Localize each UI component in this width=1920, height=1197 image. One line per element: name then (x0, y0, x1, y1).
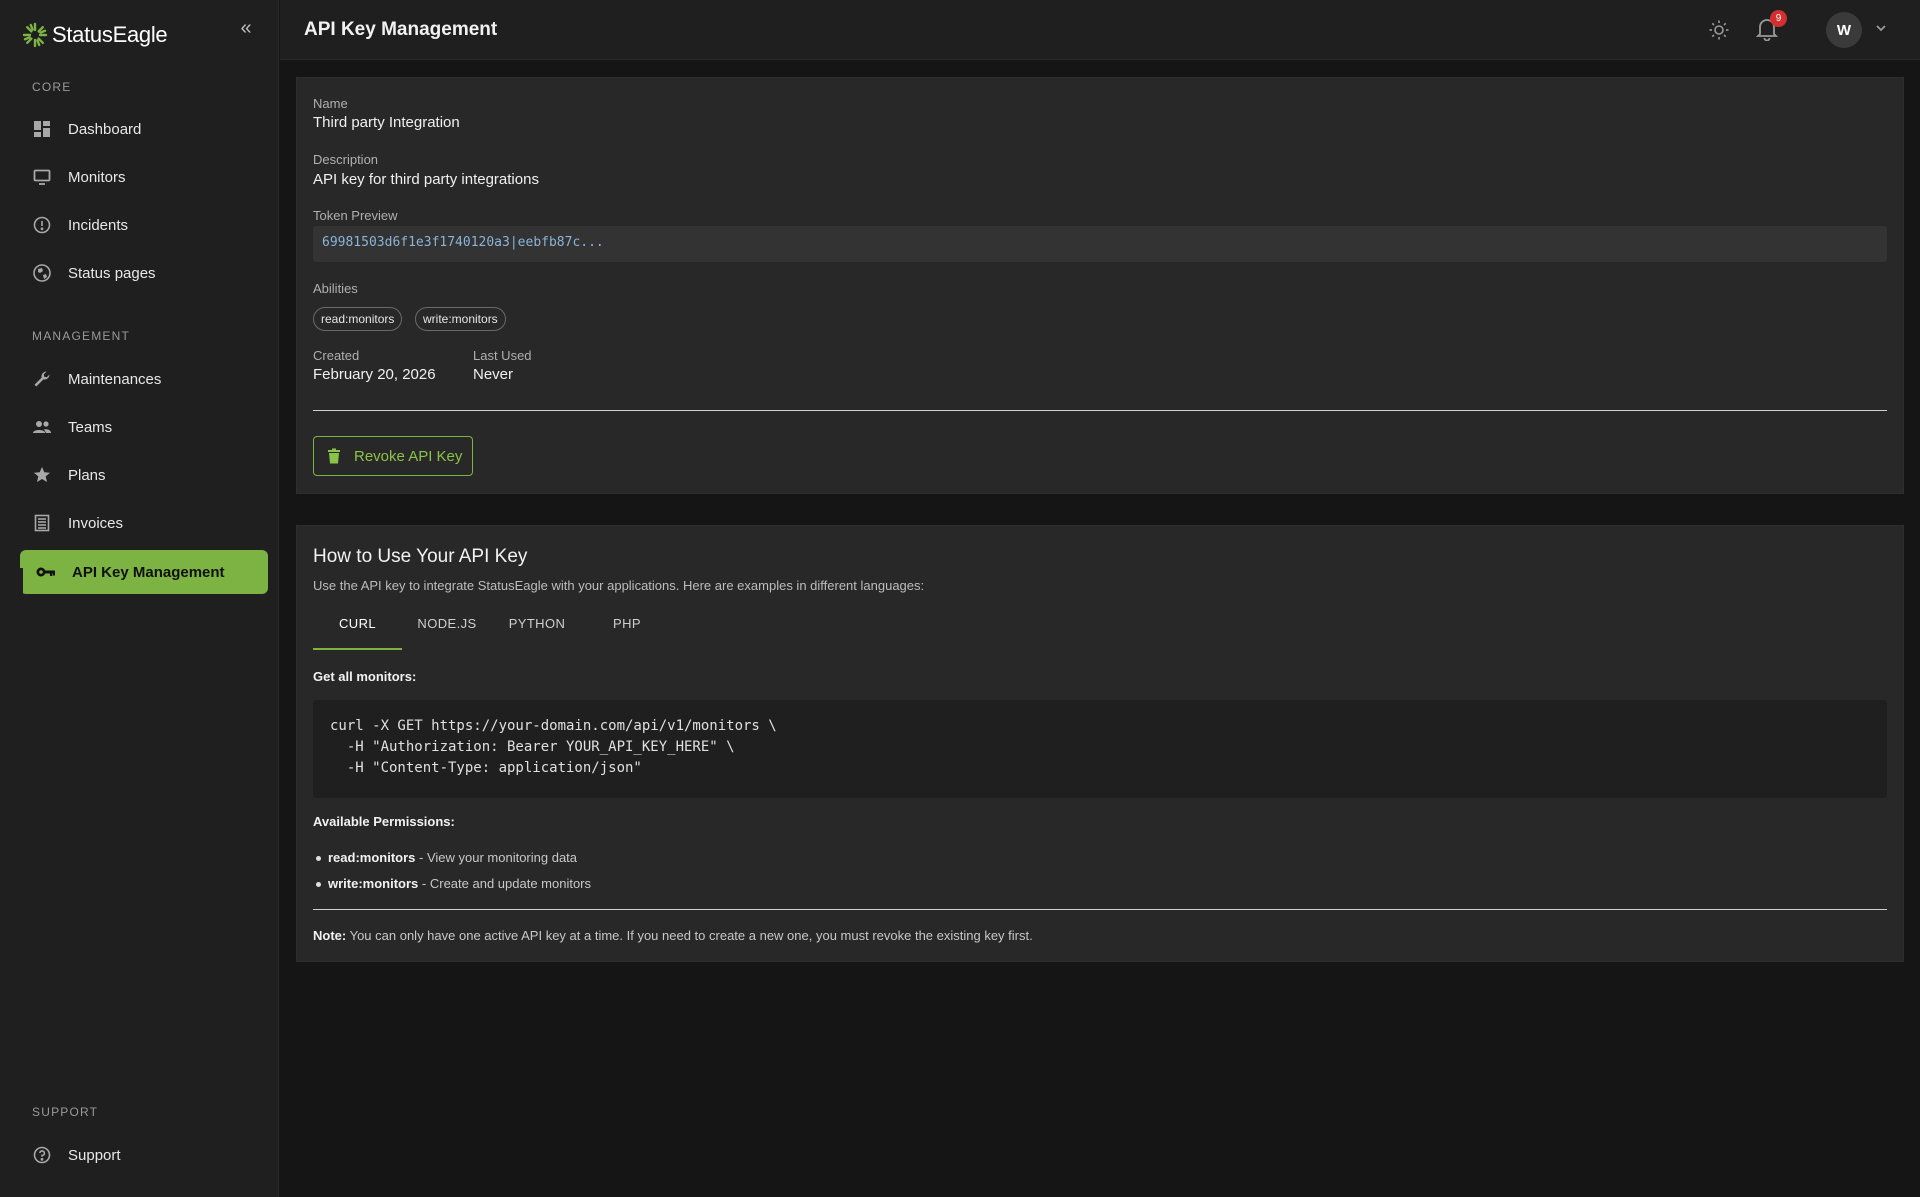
last-used-label: Last Used (473, 348, 532, 363)
receipt-icon (32, 513, 52, 533)
abilities-label: Abilities (313, 281, 358, 296)
permission-desc: - View your monitoring data (415, 850, 578, 865)
bullet (316, 882, 321, 888)
code-line: curl -X GET https://your-domain.com/api/… (330, 718, 777, 734)
chevron-down-icon[interactable] (1874, 21, 1888, 35)
sidebar-item-label: API Key Management (72, 563, 225, 581)
name-value: Third party Integration (313, 114, 460, 131)
top-header: API Key Management 9 W (280, 0, 1920, 60)
notification-count-badge: 9 (1770, 10, 1787, 27)
section-label-support: SUPPORT (32, 1105, 99, 1119)
permission-name: read:monitors (328, 850, 416, 865)
ability-chip: read:monitors (313, 307, 403, 331)
section-label-core: CORE (32, 80, 72, 94)
usage-subtitle: Use the API key to integrate StatusEagle… (313, 578, 925, 593)
key-icon (36, 562, 56, 582)
sidebar-item-label: Support (68, 1146, 121, 1164)
permissions-heading: Available Permissions: (313, 814, 455, 829)
name-label: Name (313, 96, 348, 111)
permission-name: write:monitors (328, 876, 419, 891)
sidebar-item-incidents[interactable]: Incidents (20, 203, 268, 247)
sidebar-item-maintenances[interactable]: Maintenances (20, 357, 268, 401)
sidebar-item-plans[interactable]: Plans (20, 453, 268, 497)
created-label: Created (313, 348, 360, 363)
tab-php[interactable]: PHP (582, 614, 672, 650)
revoke-api-key-button[interactable]: Revoke API Key (313, 436, 473, 476)
token-preview-box[interactable]: 69981503d6f1e3f1740120a3|eebfb87c... (313, 226, 1887, 262)
people-icon (32, 417, 52, 437)
app-name: StatusEagle (52, 22, 168, 47)
example-heading: Get all monitors: (313, 669, 417, 684)
sidebar-item-dashboard[interactable]: Dashboard (20, 107, 268, 151)
sidebar-item-label: Incidents (68, 216, 129, 234)
api-usage-card: How to Use Your API Key Use the API key … (296, 525, 1904, 962)
sidebar-item-label: Status pages (68, 264, 156, 282)
star-icon (32, 465, 52, 485)
sidebar-item-label: Maintenances (68, 370, 162, 388)
bullet (316, 856, 321, 862)
sidebar-item-label: Plans (68, 466, 106, 484)
usage-title: How to Use Your API Key (313, 546, 528, 567)
monitor-icon (32, 167, 52, 187)
code-example[interactable]: curl -X GET https://your-domain.com/api/… (313, 700, 1887, 798)
note-label: Note: (313, 928, 347, 943)
sidebar-item-label: Invoices (68, 514, 124, 532)
theme-toggle-icon[interactable] (1708, 19, 1730, 41)
tab-nodejs[interactable]: NODE.JS (402, 614, 492, 650)
trash-icon (327, 448, 343, 464)
logo[interactable]: StatusEagle (22, 20, 168, 50)
page-title: API Key Management (304, 19, 498, 40)
sidebar-item-monitors[interactable]: Monitors (20, 155, 268, 199)
code-line: -H "Content-Type: application/json" (330, 760, 642, 776)
created-value: February 20, 2026 (313, 366, 436, 383)
revoke-button-label: Revoke API Key (354, 447, 463, 465)
token-preview-value: 69981503d6f1e3f1740120a3|eebfb87c... (322, 235, 604, 250)
description-value: API key for third party integrations (313, 171, 539, 188)
wrench-icon (32, 369, 52, 389)
section-label-management: MANAGEMENT (32, 329, 131, 343)
code-line: -H "Authorization: Bearer YOUR_API_KEY_H… (330, 739, 735, 755)
sidebar-item-label: Teams (68, 418, 113, 436)
dashboard-icon (32, 119, 52, 139)
last-used-value: Never (473, 366, 514, 383)
sidebar-item-invoices[interactable]: Invoices (20, 501, 268, 545)
note-body: You can only have one active API key at … (346, 928, 1033, 943)
tab-python[interactable]: PYTHON (492, 614, 582, 650)
permission-item: write:monitors - Create and update monit… (313, 876, 591, 891)
divider (313, 410, 1887, 411)
divider (313, 909, 1887, 910)
sidebar-item-api-key-management[interactable]: API Key Management (20, 550, 268, 594)
description-label: Description (313, 152, 379, 167)
active-indicator (20, 568, 23, 598)
permission-desc: - Create and update monitors (418, 876, 592, 891)
sidebar-item-teams[interactable]: Teams (20, 405, 268, 449)
globe-icon (32, 263, 52, 283)
sidebar-item-label: Dashboard (68, 120, 142, 138)
token-preview-label: Token Preview (313, 208, 398, 223)
note-text: Note: You can only have one active API k… (313, 928, 1033, 943)
sidebar-item-label: Monitors (68, 168, 126, 186)
sunburst-logo-icon (22, 22, 48, 48)
sidebar: StatusEagle « CORE Dashboard Monitors In… (0, 0, 279, 1197)
tab-curl[interactable]: CURL (313, 614, 402, 650)
permission-item: read:monitors - View your monitoring dat… (313, 850, 577, 865)
sidebar-item-support[interactable]: Support (20, 1133, 268, 1177)
user-avatar[interactable]: W (1826, 12, 1862, 48)
collapse-sidebar-icon[interactable]: « (236, 18, 256, 38)
sidebar-item-status-pages[interactable]: Status pages (20, 251, 268, 295)
ability-chip: write:monitors (415, 307, 506, 331)
alert-circle-icon (32, 215, 52, 235)
help-circle-icon (32, 1145, 52, 1165)
api-key-details-card: Name Third party Integration Description… (296, 77, 1904, 494)
